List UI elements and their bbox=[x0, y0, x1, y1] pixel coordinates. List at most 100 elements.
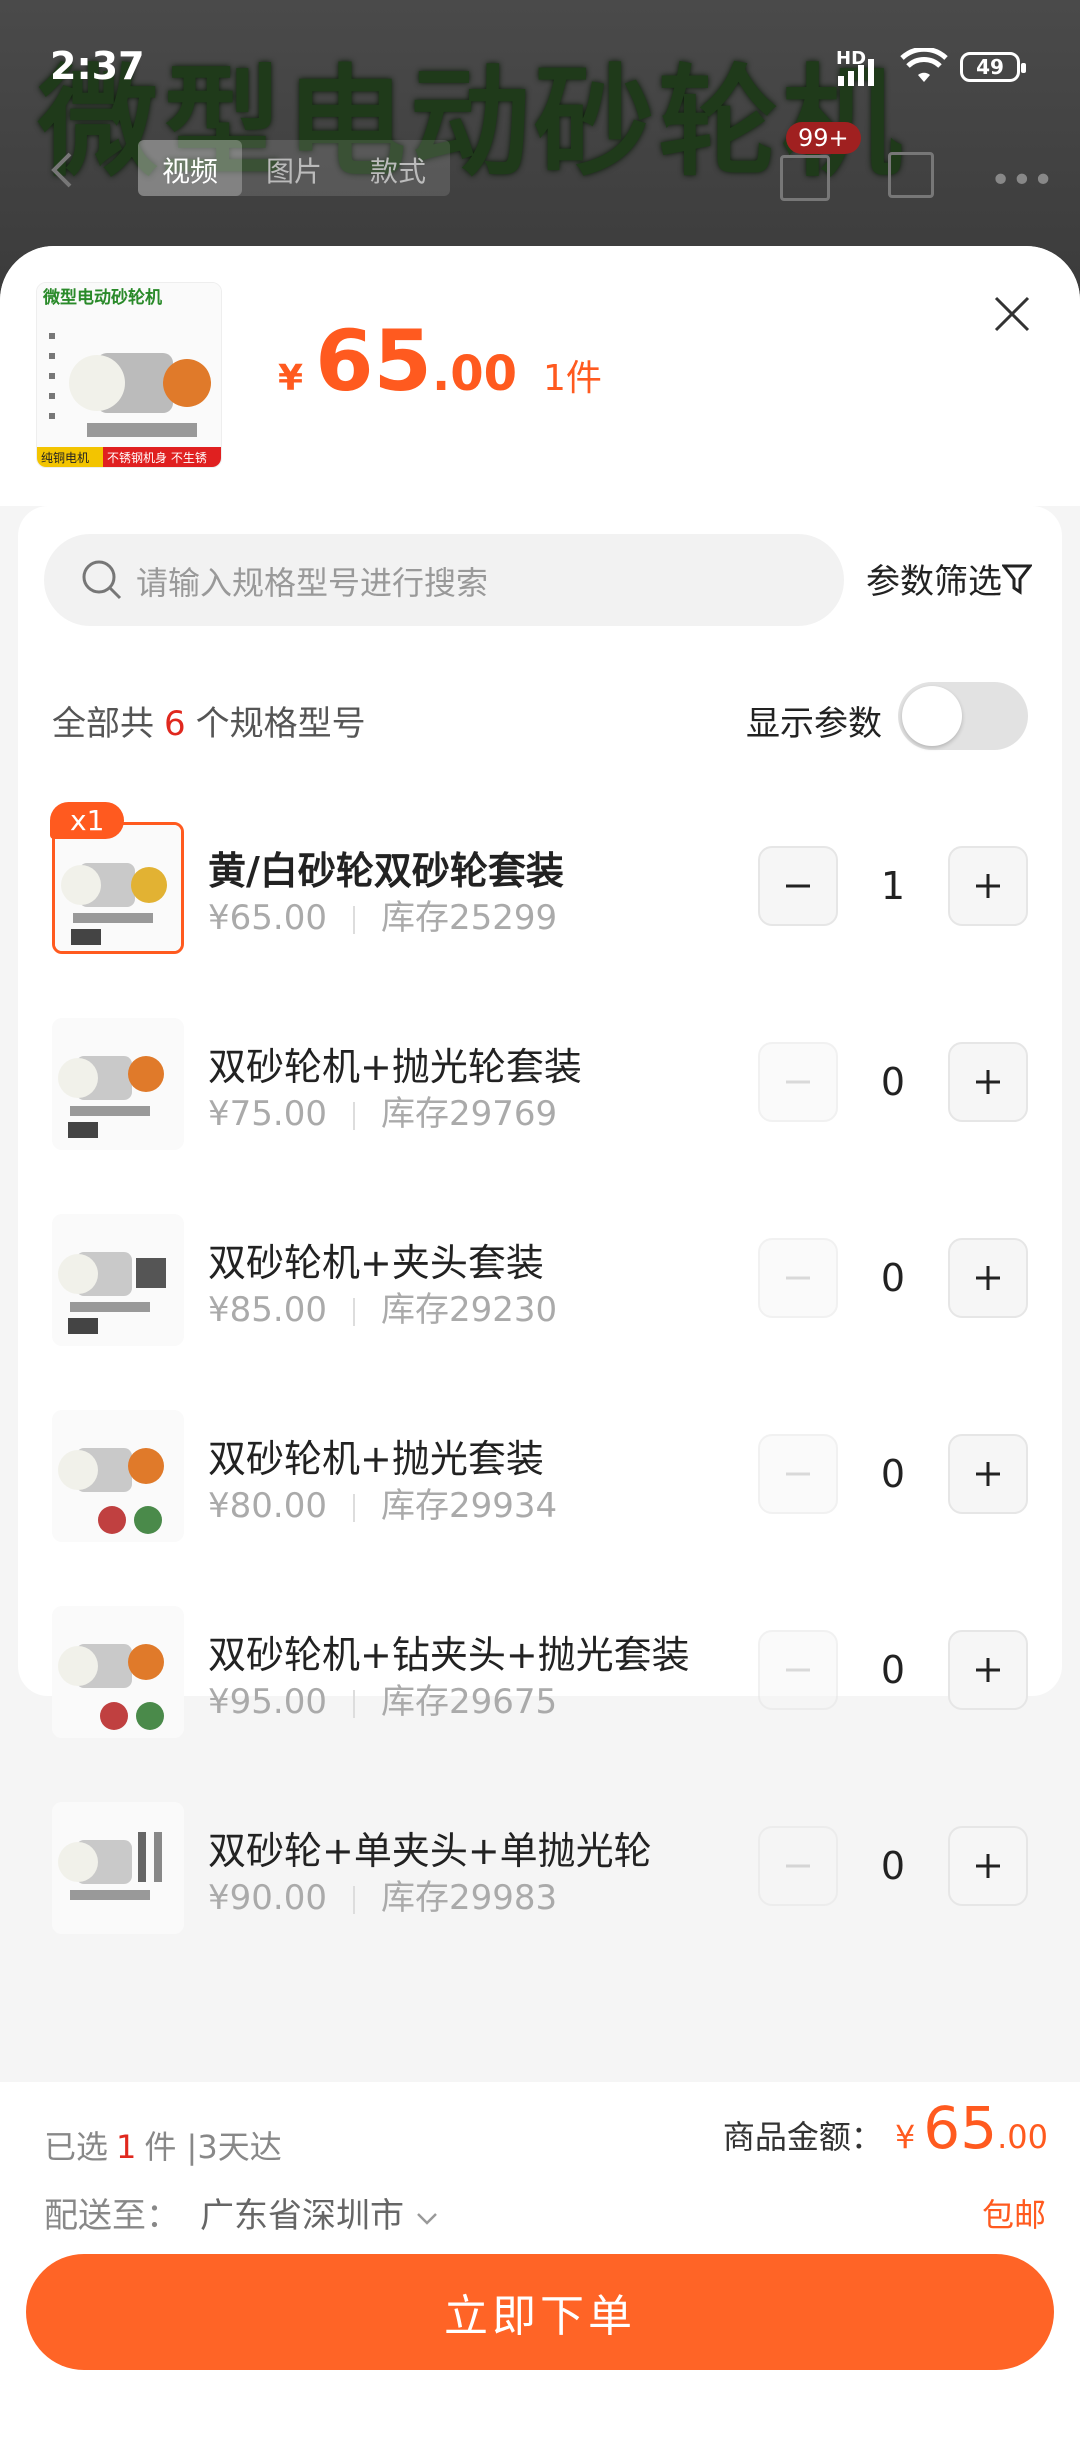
spec-stock: 库存29230 bbox=[380, 1290, 558, 1330]
spec-meta: ¥65.00 库存25299 bbox=[208, 890, 557, 939]
plus-icon bbox=[976, 1658, 1000, 1682]
increase-button[interactable] bbox=[948, 1826, 1028, 1906]
spec-selection-sheet: 微型电动砂轮机 纯铜电机 不锈钢机身 不生锈 ¥ 65 .00 1件 请输入规格… bbox=[0, 246, 1080, 2460]
cart-badge: 99+ bbox=[786, 122, 861, 154]
spec-name: 双砂轮机+夹头套装 bbox=[208, 1241, 544, 1285]
spec-stock: 库存29769 bbox=[380, 1094, 558, 1134]
minus-icon bbox=[786, 1080, 810, 1084]
decrease-button[interactable] bbox=[758, 1826, 838, 1906]
increase-button[interactable] bbox=[948, 1238, 1028, 1318]
spec-name: 双砂轮机+钻夹头+抛光套装 bbox=[208, 1633, 690, 1677]
media-tabs: 视频 图片 款式 bbox=[138, 140, 451, 196]
spec-row[interactable]: 双砂轮机+夹头套装 ¥85.00 库存29230 0 bbox=[18, 1214, 1062, 1354]
thumb-title: 微型电动砂轮机 bbox=[42, 287, 162, 308]
amount-label: 商品金额： bbox=[722, 2118, 883, 2156]
free-shipping-label: 包邮 bbox=[981, 2196, 1046, 2234]
param-filter-button[interactable]: 参数筛选 bbox=[866, 554, 1032, 603]
spec-row[interactable]: 双砂轮机+钻夹头+抛光套装 ¥95.00 库存29675 0 bbox=[18, 1606, 1062, 1746]
spec-thumbnail[interactable] bbox=[52, 1606, 184, 1738]
selected-suffix: 件 |3天达 bbox=[144, 2128, 282, 2166]
battery-level: 49 bbox=[976, 55, 1004, 79]
spec-thumbnail[interactable] bbox=[52, 1214, 184, 1346]
product-thumbnail[interactable]: 微型电动砂轮机 纯铜电机 不锈钢机身 不生锈 bbox=[36, 282, 222, 468]
quantity-value[interactable]: 0 bbox=[863, 1256, 923, 1300]
place-order-button[interactable]: 立即下单 bbox=[26, 2254, 1054, 2370]
search-icon bbox=[82, 560, 122, 600]
show-params-toggle[interactable] bbox=[898, 682, 1028, 750]
quantity-value[interactable]: 0 bbox=[863, 1844, 923, 1888]
share-icon[interactable] bbox=[888, 152, 934, 198]
filter-icon bbox=[1002, 564, 1032, 595]
minus-icon bbox=[786, 884, 810, 888]
decrease-button[interactable] bbox=[758, 1042, 838, 1122]
selected-prefix: 已选 bbox=[44, 2128, 109, 2166]
spec-row[interactable]: 双砂轮机+抛光轮套装 ¥75.00 库存29769 0 bbox=[18, 1018, 1062, 1158]
spec-list-card: 请输入规格型号进行搜索 参数筛选 全部共 6 个规格型号 显示参数 x1 黄/白砂轮… bbox=[18, 506, 1062, 1934]
shipping-address[interactable]: 配送至： 广东省深圳市 bbox=[44, 2188, 439, 2237]
spec-name: 双砂轮机+抛光套装 bbox=[208, 1437, 544, 1481]
tab-images[interactable]: 图片 bbox=[242, 140, 346, 196]
decrease-button[interactable] bbox=[758, 1630, 838, 1710]
toggle-knob bbox=[902, 686, 962, 746]
plus-icon bbox=[976, 874, 1000, 898]
selected-price: ¥ 65 .00 1件 bbox=[278, 312, 602, 410]
spec-count-suffix: 个规格型号 bbox=[195, 704, 366, 744]
spec-price: ¥80.00 bbox=[208, 1486, 327, 1526]
spec-name: 双砂轮+单夹头+单抛光轮 bbox=[208, 1829, 652, 1873]
spec-thumbnail[interactable] bbox=[52, 1018, 184, 1150]
quantity-value[interactable]: 0 bbox=[863, 1648, 923, 1692]
tab-styles[interactable]: 款式 bbox=[346, 140, 450, 196]
product-image: 微型电动砂轮机 纯铜电机 不锈钢机身 不生锈 bbox=[37, 283, 221, 467]
decrease-button[interactable] bbox=[758, 1434, 838, 1514]
spec-thumbnail[interactable] bbox=[52, 1410, 184, 1542]
plus-icon bbox=[976, 1854, 1000, 1878]
spec-count-prefix: 全部共 bbox=[52, 704, 154, 744]
show-params-label: 显示参数 bbox=[746, 704, 882, 744]
spec-row[interactable]: 双砂轮+单夹头+单抛光轮 ¥90.00 库存29983 0 bbox=[18, 1802, 1062, 1942]
quantity-value[interactable]: 0 bbox=[863, 1060, 923, 1104]
increase-button[interactable] bbox=[948, 846, 1028, 926]
quantity-value[interactable]: 0 bbox=[863, 1452, 923, 1496]
spec-row[interactable]: 双砂轮机+抛光套装 ¥80.00 库存29934 0 bbox=[18, 1410, 1062, 1550]
status-time: 2:37 bbox=[50, 44, 145, 88]
wifi-icon bbox=[900, 48, 948, 82]
plus-icon bbox=[976, 1462, 1000, 1486]
quantity-value[interactable]: 1 bbox=[863, 864, 923, 908]
amount-currency: ¥ bbox=[894, 2118, 916, 2156]
increase-button[interactable] bbox=[948, 1042, 1028, 1122]
spec-stock: 库存25299 bbox=[380, 898, 558, 938]
spec-count-number: 6 bbox=[164, 704, 186, 744]
selected-count: 1 bbox=[116, 2128, 137, 2166]
order-footer: 已选 1 件 |3天达 商品金额： ¥ 65 .00 配送至： 广东省深圳市 包邮 立… bbox=[0, 2082, 1080, 2460]
spec-meta: ¥75.00 库存29769 bbox=[208, 1086, 557, 1135]
close-icon[interactable] bbox=[990, 292, 1034, 336]
search-input[interactable]: 请输入规格型号进行搜索 bbox=[44, 534, 844, 626]
increase-button[interactable] bbox=[948, 1434, 1028, 1514]
minus-icon bbox=[786, 1276, 810, 1280]
price-decimal: .00 bbox=[431, 346, 517, 402]
spec-thumbnail[interactable] bbox=[52, 1802, 184, 1934]
spec-price: ¥85.00 bbox=[208, 1290, 327, 1330]
amount-integer: 65 bbox=[923, 2094, 998, 2162]
ship-label: 配送至： bbox=[44, 2196, 180, 2236]
more-icon[interactable]: ••• bbox=[990, 160, 1054, 201]
plus-icon bbox=[976, 1266, 1000, 1290]
sheet-header: 微型电动砂轮机 纯铜电机 不锈钢机身 不生锈 ¥ 65 .00 1件 bbox=[0, 246, 1080, 506]
spec-stock: 库存29675 bbox=[380, 1682, 558, 1722]
decrease-button[interactable] bbox=[758, 1238, 838, 1318]
search-placeholder: 请输入规格型号进行搜索 bbox=[136, 564, 489, 602]
amount-decimal: .00 bbox=[997, 2118, 1048, 2156]
tab-video[interactable]: 视频 bbox=[138, 140, 243, 196]
background-nav: 视频 图片 款式 ••• bbox=[0, 130, 1080, 230]
cart-icon[interactable] bbox=[780, 155, 830, 201]
spec-count: 全部共 6 个规格型号 bbox=[52, 696, 366, 745]
increase-button[interactable] bbox=[948, 1630, 1028, 1710]
spec-stock: 库存29983 bbox=[380, 1878, 558, 1918]
back-icon[interactable] bbox=[44, 150, 84, 190]
spec-thumbnail[interactable] bbox=[52, 822, 184, 954]
decrease-button[interactable] bbox=[758, 846, 838, 926]
spec-price: ¥90.00 bbox=[208, 1878, 327, 1918]
price-currency: ¥ bbox=[278, 358, 304, 399]
signal-icon bbox=[838, 59, 874, 86]
spec-row[interactable]: x1 黄/白砂轮双砂轮套装 ¥65.00 库存25299 1 bbox=[18, 802, 1062, 962]
